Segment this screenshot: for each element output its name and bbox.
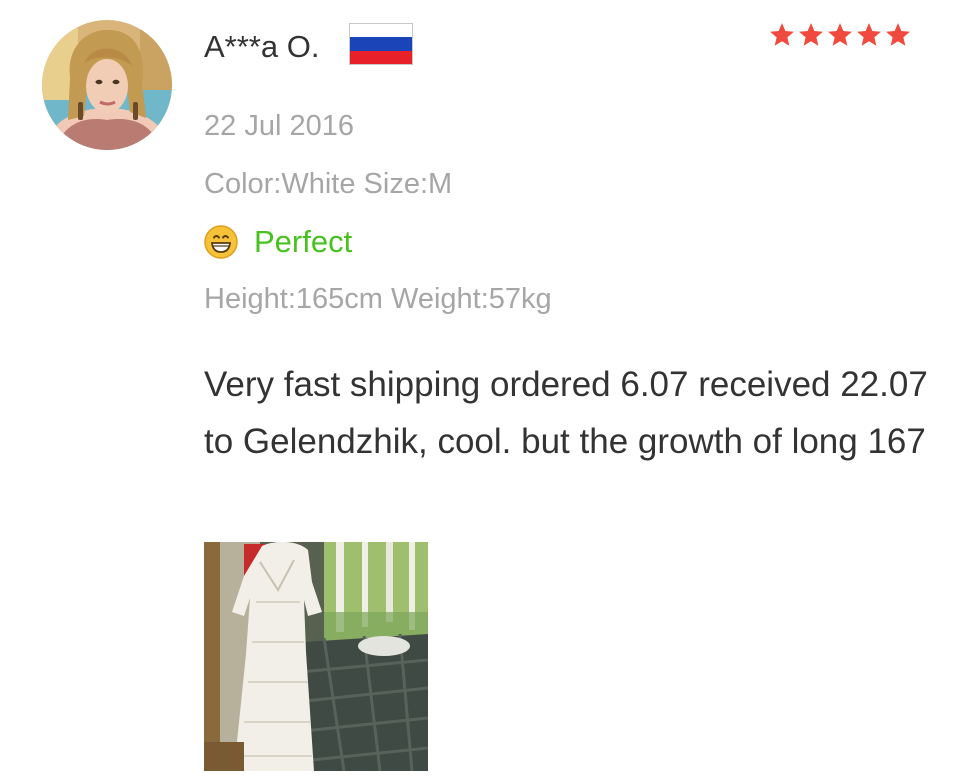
- avatar-image: [42, 20, 172, 150]
- review-photo-thumbnail[interactable]: [204, 542, 428, 771]
- review-date: 22 Jul 2016: [204, 110, 354, 142]
- reviewer-name: A***a O.: [204, 29, 320, 64]
- review-card: A***a O. 22 Jul 2016 Color:White Size:M …: [0, 0, 960, 779]
- star-filled-icon: [886, 23, 910, 46]
- body-measurements: Height:165cm Weight:57kg: [204, 283, 552, 315]
- product-variant: Color:White Size:M: [204, 168, 453, 200]
- feeling-label: Perfect: [254, 224, 353, 259]
- star-filled-icon: [799, 23, 823, 46]
- review-text: Very fast shipping ordered 6.07 received…: [204, 365, 928, 461]
- russia-flag-icon: [349, 23, 413, 65]
- grinning-face-icon: [204, 225, 238, 259]
- feeling-row: Perfect: [204, 222, 352, 262]
- star-rating: [768, 17, 912, 53]
- review-photo-image: [204, 542, 428, 771]
- star-filled-icon: [770, 23, 794, 46]
- star-filled-icon: [828, 23, 852, 46]
- star-filled-icon: [857, 23, 881, 46]
- reviewer-avatar[interactable]: [42, 20, 172, 150]
